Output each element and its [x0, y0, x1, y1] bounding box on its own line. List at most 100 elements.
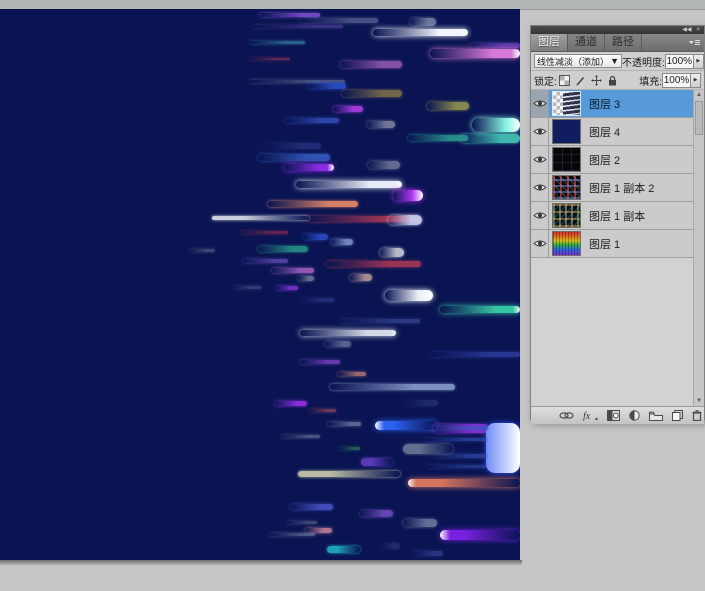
- light-streak: [385, 290, 433, 301]
- light-streak: [212, 216, 309, 220]
- light-streak: [285, 118, 339, 123]
- new-layer-icon[interactable]: [672, 410, 683, 421]
- light-streak: [408, 135, 468, 141]
- light-streak: [243, 259, 288, 263]
- layer-thumbnail[interactable]: [552, 147, 581, 172]
- light-streak: [333, 106, 363, 112]
- fill-spinner-icon[interactable]: ▶: [691, 73, 701, 88]
- light-streak: [284, 164, 334, 171]
- lock-all-icon[interactable]: [606, 73, 620, 87]
- light-streak: [270, 533, 315, 536]
- lock-transparency-icon[interactable]: [558, 73, 572, 87]
- opacity-input[interactable]: 100%: [665, 54, 694, 69]
- light-streak: [300, 18, 378, 23]
- light-streak: [327, 546, 360, 553]
- delete-layer-icon[interactable]: [692, 410, 702, 421]
- layer-thumbnail[interactable]: [552, 175, 581, 200]
- layer-row[interactable]: 图层 3: [531, 90, 694, 118]
- blend-mode-value: 线性减淡（添加）: [537, 55, 609, 68]
- visibility-toggle[interactable]: [531, 118, 549, 145]
- light-streak: [253, 25, 343, 28]
- panel-tabs: 图层通道路径: [531, 34, 642, 51]
- light-streak: [328, 422, 361, 426]
- blend-mode-select[interactable]: 线性减淡（添加） ▼: [534, 54, 622, 68]
- light-streak: [393, 190, 423, 201]
- layer-thumbnail[interactable]: [552, 203, 581, 228]
- light-streak: [430, 49, 520, 58]
- visibility-toggle[interactable]: [531, 202, 549, 229]
- close-panel-icon[interactable]: ×: [696, 26, 700, 34]
- new-group-icon[interactable]: [649, 411, 663, 421]
- light-streak: [276, 286, 298, 290]
- panel-tab[interactable]: 通道: [568, 34, 605, 51]
- light-streak: [403, 444, 453, 454]
- lock-paint-icon[interactable]: [574, 73, 588, 87]
- light-streak: [272, 268, 314, 273]
- opacity-label: 不透明度:: [622, 54, 665, 69]
- eye-icon: [533, 99, 547, 108]
- layer-thumbnail[interactable]: [552, 119, 581, 144]
- layer-name[interactable]: 图层 1 副本 2: [589, 180, 654, 196]
- lock-move-icon[interactable]: [590, 73, 604, 87]
- layer-row[interactable]: 图层 1 副本 2: [531, 174, 694, 202]
- eye-icon: [533, 183, 547, 192]
- scrollbar-thumb[interactable]: [695, 101, 703, 135]
- light-streak: [233, 286, 261, 289]
- layer-thumbnail[interactable]: [552, 231, 581, 256]
- scroll-up-icon[interactable]: ▲: [694, 90, 704, 100]
- light-streak: [260, 13, 320, 17]
- layer-row[interactable]: 图层 4: [531, 118, 694, 146]
- light-streak: [298, 471, 400, 477]
- light-streak: [460, 134, 520, 143]
- layer-name[interactable]: 图层 1: [589, 236, 620, 252]
- layer-style-icon[interactable]: fx: [583, 410, 598, 421]
- layer-mask-icon[interactable]: [607, 410, 620, 421]
- layer-name[interactable]: 图层 3: [589, 96, 620, 112]
- document-canvas[interactable]: [0, 9, 520, 560]
- scroll-down-icon[interactable]: ▼: [694, 396, 704, 406]
- layer-row[interactable]: 图层 2: [531, 146, 694, 174]
- layers-panel: ◀◀ × 图层通道路径 线性减淡（添加） ▼ 不透明度: 100% ▶ 锁定: …: [530, 25, 705, 420]
- fill-label: 填充:: [639, 73, 662, 88]
- light-streak: [250, 58, 290, 60]
- layer-row[interactable]: 图层 1 副本: [531, 202, 694, 230]
- light-streak: [287, 521, 317, 524]
- layer-name[interactable]: 图层 2: [589, 152, 620, 168]
- visibility-toggle[interactable]: [531, 90, 549, 117]
- visibility-toggle[interactable]: [531, 174, 549, 201]
- opacity-spinner-icon[interactable]: ▶: [694, 54, 704, 69]
- light-streak: [413, 551, 443, 556]
- lock-row: 锁定: 填充: 100% ▶: [531, 71, 704, 90]
- light-streak: [440, 306, 520, 313]
- light-streak: [266, 143, 321, 149]
- visibility-toggle[interactable]: [531, 146, 549, 173]
- visibility-toggle[interactable]: [531, 230, 549, 257]
- layer-name[interactable]: 图层 1 副本: [589, 208, 645, 224]
- light-streak: [340, 61, 402, 68]
- lock-label: 锁定:: [534, 73, 557, 88]
- panel-tab[interactable]: 图层: [531, 34, 568, 51]
- layer-row[interactable]: 图层 1: [531, 230, 694, 258]
- adjustment-layer-icon[interactable]: [629, 410, 640, 421]
- light-streak: [268, 201, 358, 207]
- light-streak: [470, 43, 520, 48]
- light-streak: [486, 423, 520, 473]
- canvas-drop-shadow: [0, 560, 522, 566]
- layers-scrollbar[interactable]: ▲ ▼: [693, 90, 704, 406]
- light-streak: [340, 447, 360, 450]
- light-streak: [258, 154, 330, 161]
- layer-thumbnail[interactable]: [552, 91, 581, 116]
- light-streak: [275, 401, 307, 406]
- layer-name[interactable]: 图层 4: [589, 124, 620, 140]
- fill-input[interactable]: 100%: [662, 73, 691, 88]
- light-streak: [428, 465, 486, 468]
- panel-titlebar[interactable]: ◀◀ ×: [531, 26, 704, 34]
- light-streak: [282, 435, 320, 438]
- light-streak: [330, 384, 455, 390]
- panel-tab[interactable]: 路径: [605, 34, 642, 51]
- collapse-panel-icon[interactable]: ◀◀: [682, 26, 691, 34]
- lock-buttons: [557, 73, 621, 87]
- link-layers-icon[interactable]: [559, 411, 574, 420]
- layer-list: 图层 3 图层 4 图层 2 图层 1 副本 2 图层 1 副本 图层 1 ▲: [531, 90, 704, 406]
- panel-menu-icon[interactable]: [688, 39, 701, 47]
